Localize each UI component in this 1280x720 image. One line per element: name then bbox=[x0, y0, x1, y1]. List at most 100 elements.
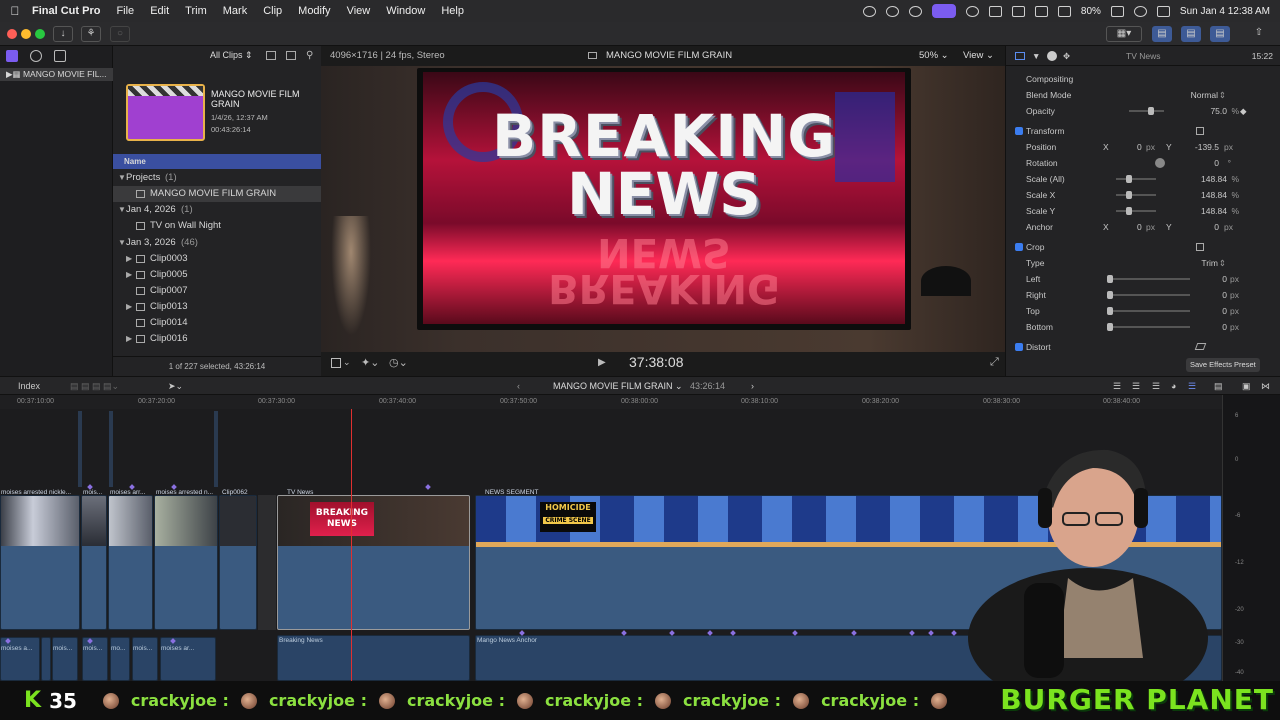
append-clip-icons[interactable]: ▤ ▤ ▤ ▤⌄ bbox=[70, 377, 119, 395]
display-icon[interactable] bbox=[1011, 5, 1025, 17]
video-clip[interactable] bbox=[0, 495, 80, 630]
scale-y-row[interactable]: Scale Y 148.84% bbox=[1006, 203, 1280, 219]
select-tool-icon[interactable]: ➤⌄ bbox=[168, 377, 183, 395]
list-item[interactable]: ▶ Clip0013 bbox=[113, 299, 321, 315]
transform-checkbox[interactable] bbox=[1015, 127, 1023, 135]
play-button[interactable]: ▶ bbox=[598, 357, 606, 368]
menu-clip[interactable]: Clip bbox=[255, 5, 290, 17]
magic-wand-icon[interactable]: ✦⌄ bbox=[361, 356, 379, 369]
anchor-x-value[interactable]: 0 bbox=[1137, 219, 1142, 235]
crop-top-knob[interactable] bbox=[1107, 307, 1113, 315]
list-item[interactable]: ▶ Clip0016 bbox=[113, 331, 321, 347]
distort-checkbox[interactable] bbox=[1015, 343, 1023, 351]
video-clip[interactable] bbox=[154, 495, 218, 630]
position-y-value[interactable]: -139.5 bbox=[1195, 139, 1219, 155]
info-icon[interactable] bbox=[1047, 51, 1057, 61]
view-menu[interactable]: View ⌄ bbox=[963, 46, 994, 66]
disclosure-closed-icon[interactable]: ▶ bbox=[126, 251, 132, 267]
timeline-ruler[interactable]: 00:37:10:00 00:37:20:00 00:37:30:00 00:3… bbox=[0, 395, 1222, 409]
scale-x-value[interactable]: 148.84 bbox=[1201, 187, 1227, 203]
photos-audio-icon[interactable] bbox=[30, 50, 42, 62]
play-status-icon[interactable] bbox=[965, 5, 979, 17]
list-view-icon[interactable] bbox=[286, 51, 296, 60]
transform-header[interactable]: Transform bbox=[1006, 123, 1280, 139]
list-item[interactable]: ▶ Clip0005 bbox=[113, 267, 321, 283]
opacity-value[interactable]: 75.0 bbox=[1210, 103, 1227, 119]
color-inspector-icon[interactable]: ▼ bbox=[1032, 46, 1040, 66]
scale-y-value[interactable]: 148.84 bbox=[1201, 203, 1227, 219]
timeline-toggle-icon[interactable]: ▤ bbox=[1181, 26, 1201, 42]
menu-edit[interactable]: Edit bbox=[142, 5, 177, 17]
crop-left-row[interactable]: Left 0 px bbox=[1006, 271, 1280, 287]
crop-right-knob[interactable] bbox=[1107, 291, 1113, 299]
project-thumbnail[interactable] bbox=[126, 84, 205, 141]
keyframe-marker[interactable] bbox=[425, 484, 431, 490]
blend-mode-value[interactable]: Normal bbox=[1191, 87, 1218, 103]
close-window-button[interactable] bbox=[7, 29, 17, 39]
playhead[interactable] bbox=[351, 409, 352, 681]
menu-trim[interactable]: Trim bbox=[177, 5, 215, 17]
spotlight-search-icon[interactable] bbox=[1133, 5, 1147, 17]
disclosure-open-icon[interactable]: ▼ bbox=[118, 202, 126, 218]
share-layout-icon[interactable]: ▦▾ bbox=[1106, 26, 1142, 42]
group-jan-3[interactable]: ▼ Jan 3, 2026 (46) bbox=[113, 235, 321, 251]
scale-y-slider[interactable] bbox=[1116, 210, 1156, 212]
headphones-icon[interactable]: ◕ bbox=[1171, 377, 1176, 395]
timeline-project-menu[interactable]: MANGO MOVIE FILM GRAIN ⌄ bbox=[553, 377, 683, 395]
video-inspector-icon[interactable] bbox=[1015, 52, 1025, 60]
battery-icon[interactable] bbox=[1110, 5, 1124, 17]
crop-right-row[interactable]: Right 0 px bbox=[1006, 287, 1280, 303]
audio-clip[interactable] bbox=[41, 637, 51, 681]
crop-bottom-slider[interactable] bbox=[1110, 326, 1190, 328]
audio-clip[interactable] bbox=[160, 637, 216, 681]
group-jan-4[interactable]: ▼ Jan 4, 2026 (1) bbox=[113, 202, 321, 218]
menu-window[interactable]: Window bbox=[378, 5, 433, 17]
index-button[interactable]: Index bbox=[18, 377, 40, 395]
tv-news-clip[interactable]: BREAKING NEWS bbox=[277, 495, 470, 630]
crop-bottom-row[interactable]: Bottom 0 px bbox=[1006, 319, 1280, 335]
inspector-toggle-icon[interactable]: ▤ bbox=[1210, 26, 1230, 42]
crop-type-row[interactable]: Type Trim ⇕ bbox=[1006, 255, 1280, 271]
apple-menu-icon[interactable]:  bbox=[0, 4, 30, 18]
connected-clip[interactable] bbox=[78, 411, 82, 487]
distort-onscreen-icon[interactable] bbox=[1194, 343, 1207, 350]
distort-header[interactable]: Distort bbox=[1006, 339, 1280, 355]
chevron-down-icon[interactable]: ⌄ bbox=[343, 357, 351, 368]
libraries-icon[interactable] bbox=[6, 50, 18, 62]
keyframe-icon[interactable]: ◆ bbox=[1240, 103, 1247, 119]
list-item[interactable]: TV on Wall Night bbox=[113, 218, 321, 234]
fullscreen-icon[interactable]: ⤢ bbox=[990, 356, 999, 369]
clip-appearance-icon[interactable] bbox=[266, 51, 276, 60]
audio-clip[interactable] bbox=[82, 637, 108, 681]
video-clip[interactable] bbox=[81, 495, 107, 630]
zoom-menu[interactable]: 50% ⌄ bbox=[919, 46, 949, 66]
stage-manager-icon[interactable] bbox=[931, 4, 956, 18]
blend-mode-row[interactable]: Blend Mode Normal ⇕ bbox=[1006, 87, 1280, 103]
wifi-icon[interactable] bbox=[1057, 5, 1071, 17]
scale-all-value[interactable]: 148.84 bbox=[1201, 171, 1227, 187]
transform-tool-icon[interactable] bbox=[331, 358, 341, 368]
app-menu[interactable]: Final Cut Pro bbox=[30, 5, 108, 17]
save-effects-preset-button[interactable]: Save Effects Preset bbox=[1186, 358, 1260, 372]
scale-all-row[interactable]: Scale (All) 148.84% bbox=[1006, 171, 1280, 187]
minimize-window-button[interactable] bbox=[21, 29, 31, 39]
menu-view[interactable]: View bbox=[339, 5, 379, 17]
crop-bottom-knob[interactable] bbox=[1107, 323, 1113, 331]
speed-icon[interactable]: ◷⌄ bbox=[389, 356, 408, 369]
history-back-icon[interactable]: ‹ bbox=[517, 377, 520, 395]
history-forward-icon[interactable]: › bbox=[751, 377, 754, 395]
scale-x-knob[interactable] bbox=[1126, 191, 1132, 199]
crop-onscreen-icon[interactable] bbox=[1196, 243, 1204, 251]
menu-modify[interactable]: Modify bbox=[290, 5, 338, 17]
audio-clip[interactable] bbox=[0, 637, 40, 681]
audio-clip[interactable] bbox=[52, 637, 78, 681]
scale-x-row[interactable]: Scale X 148.84% bbox=[1006, 187, 1280, 203]
disclosure-open-icon[interactable]: ▼ bbox=[118, 235, 126, 251]
scale-all-knob[interactable] bbox=[1126, 175, 1132, 183]
browser-toggle-icon[interactable]: ▤ bbox=[1152, 26, 1172, 42]
video-skimming-icon[interactable]: ☰ bbox=[1132, 377, 1140, 395]
share-icon[interactable]: ⇧ bbox=[1250, 26, 1268, 42]
background-tasks-icon[interactable]: ○ bbox=[110, 26, 130, 42]
solo-icon[interactable]: ☰ bbox=[1152, 377, 1160, 395]
crop-checkbox[interactable] bbox=[1015, 243, 1023, 251]
